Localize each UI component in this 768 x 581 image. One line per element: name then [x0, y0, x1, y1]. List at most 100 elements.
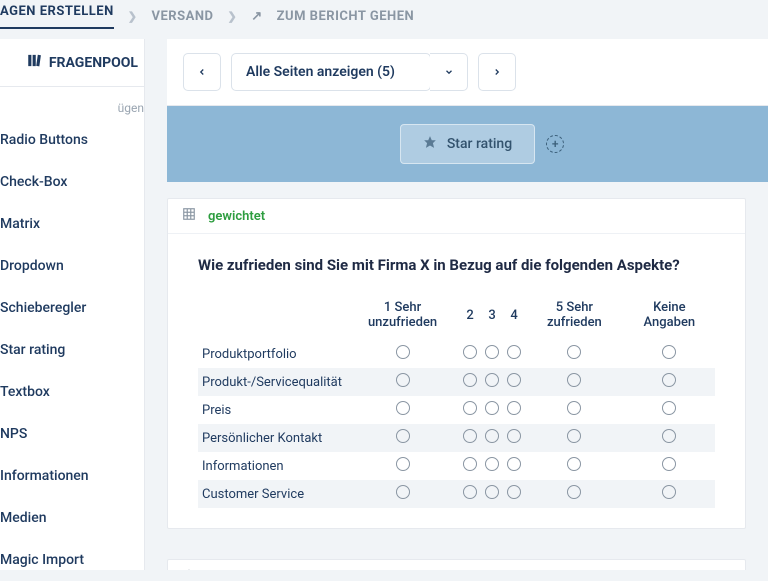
matrix-row-label: Preis: [198, 396, 346, 424]
breadcrumb-create[interactable]: AGEN ERSTELLEN: [0, 4, 114, 29]
matrix-row-label: Produkt-/Servicequalität: [198, 368, 346, 396]
matrix-radio[interactable]: [567, 373, 581, 387]
matrix-radio[interactable]: [567, 429, 581, 443]
matrix-radio[interactable]: [396, 485, 410, 499]
breadcrumb: AGEN ERSTELLEN ❯ VERSAND ❯ ↗ ZUM BERICHT…: [0, 0, 768, 39]
chevron-icon: ❯: [227, 10, 237, 23]
breadcrumb-send[interactable]: VERSAND: [151, 9, 213, 24]
matrix-radio[interactable]: [396, 401, 410, 415]
question-header: gewichtet: [168, 199, 745, 234]
insert-question-band: Star rating +: [167, 106, 768, 182]
matrix-radio[interactable]: [485, 345, 499, 359]
matrix-radio[interactable]: [463, 485, 477, 499]
matrix-col-header: 2: [459, 294, 481, 340]
matrix-radio[interactable]: [463, 345, 477, 359]
sidebar-item-matrix[interactable]: Matrix: [0, 203, 144, 245]
add-question-icon[interactable]: +: [546, 135, 564, 153]
breadcrumb-report[interactable]: ZUM BERICHT GEHEN: [277, 9, 415, 24]
sidebar-item-label: Check-Box: [0, 174, 67, 190]
sidebar-item-medien[interactable]: Medien: [0, 497, 144, 539]
matrix-col-header: 1 Sehr unzufrieden: [346, 294, 459, 340]
star-icon: [423, 135, 437, 153]
question-body: Wie zufrieden sind Sie mit Firma X in Be…: [168, 234, 745, 516]
matrix-radio[interactable]: [507, 485, 521, 499]
matrix-radio[interactable]: [507, 457, 521, 471]
matrix-radio[interactable]: [567, 401, 581, 415]
matrix-radio[interactable]: [567, 457, 581, 471]
sidebar-item-dropdown[interactable]: Dropdown: [0, 245, 144, 287]
matrix-radio[interactable]: [662, 485, 676, 499]
sidebar-item-check-box[interactable]: Check-Box: [0, 161, 144, 203]
chevron-icon: ❯: [128, 10, 138, 23]
external-link-icon: ↗: [251, 9, 262, 24]
matrix-radio[interactable]: [485, 485, 499, 499]
sidebar-item-label: Star rating: [0, 342, 65, 358]
star-rating-label: Star rating: [447, 136, 512, 152]
sidebar-item-slider[interactable]: Schieberegler: [0, 287, 144, 329]
sidebar-item-label: Dropdown: [0, 258, 64, 274]
sidebar-item-label: Informationen: [0, 468, 89, 484]
question-card-star: gewichtet: [167, 559, 746, 570]
sidebar-item-label: Schieberegler: [0, 300, 86, 316]
matrix-radio[interactable]: [662, 457, 676, 471]
question-header: gewichtet: [168, 560, 745, 570]
sidebar-item-textbox[interactable]: Textbox: [0, 371, 144, 413]
matrix-row: Informationen: [198, 452, 715, 480]
matrix-row-label: Informationen: [198, 452, 346, 480]
matrix-col-header: 4: [503, 294, 525, 340]
main-content: Alle Seiten anzeigen (5) Star rating +: [145, 39, 768, 570]
sidebar-item-label: Textbox: [0, 384, 50, 400]
matrix-row-label: Customer Service: [198, 480, 346, 508]
sidebar-item-star-rating[interactable]: Star rating: [0, 329, 144, 371]
matrix-radio[interactable]: [507, 373, 521, 387]
matrix-radio[interactable]: [485, 373, 499, 387]
question-type-label: gewichtet: [208, 209, 265, 224]
matrix-icon: [182, 207, 196, 225]
sidebar-item-label: Magic Import: [0, 552, 84, 568]
matrix-radio[interactable]: [662, 401, 676, 415]
matrix-col-header: 5 Sehr zufrieden: [525, 294, 624, 340]
matrix-radio[interactable]: [507, 401, 521, 415]
matrix-radio[interactable]: [485, 429, 499, 443]
sidebar-item-label: Radio Buttons: [0, 132, 88, 148]
prev-page-button[interactable]: [183, 53, 221, 91]
question-card-matrix: gewichtet Wie zufrieden sind Sie mit Fir…: [167, 198, 746, 529]
matrix-radio[interactable]: [463, 373, 477, 387]
star-icon: [182, 568, 196, 570]
matrix-radio[interactable]: [485, 457, 499, 471]
matrix-radio[interactable]: [485, 401, 499, 415]
next-page-button[interactable]: [478, 53, 516, 91]
matrix-radio[interactable]: [463, 429, 477, 443]
sidebar-item-label: NPS: [0, 426, 27, 442]
matrix-radio[interactable]: [567, 345, 581, 359]
matrix-radio[interactable]: [662, 373, 676, 387]
star-rating-pill[interactable]: Star rating +: [400, 124, 535, 164]
matrix-radio[interactable]: [396, 345, 410, 359]
question-pool-icon: [27, 53, 42, 72]
matrix-radio[interactable]: [463, 401, 477, 415]
sidebar-item-informationen[interactable]: Informationen: [0, 455, 144, 497]
matrix-row: Produktportfolio: [198, 340, 715, 368]
sidebar-title: FRAGENPOOL: [49, 55, 138, 71]
matrix-radio[interactable]: [507, 429, 521, 443]
matrix-radio[interactable]: [396, 373, 410, 387]
page-selector[interactable]: Alle Seiten anzeigen (5): [231, 53, 431, 91]
matrix-radio[interactable]: [567, 485, 581, 499]
matrix-row: Customer Service: [198, 480, 715, 508]
matrix-radio[interactable]: [396, 457, 410, 471]
sidebar-item-nps[interactable]: NPS: [0, 413, 144, 455]
matrix-radio[interactable]: [662, 345, 676, 359]
matrix-radio[interactable]: [507, 345, 521, 359]
sidebar-header: FRAGENPOOL: [0, 39, 144, 87]
sidebar: FRAGENPOOL ügen Radio Buttons Check-Box …: [0, 39, 145, 570]
sidebar-item-magic-import[interactable]: Magic Import: [0, 539, 144, 581]
sidebar-item-label: Medien: [0, 510, 47, 526]
matrix-radio[interactable]: [463, 457, 477, 471]
sidebar-item-radio-buttons[interactable]: Radio Buttons: [0, 119, 144, 161]
matrix-row: Produkt-/Servicequalität: [198, 368, 715, 396]
matrix-radio[interactable]: [396, 429, 410, 443]
matrix-row-label: Produktportfolio: [198, 340, 346, 368]
page-selector-dropdown[interactable]: [430, 53, 468, 91]
sidebar-section-label: ügen: [0, 87, 144, 119]
matrix-radio[interactable]: [662, 429, 676, 443]
